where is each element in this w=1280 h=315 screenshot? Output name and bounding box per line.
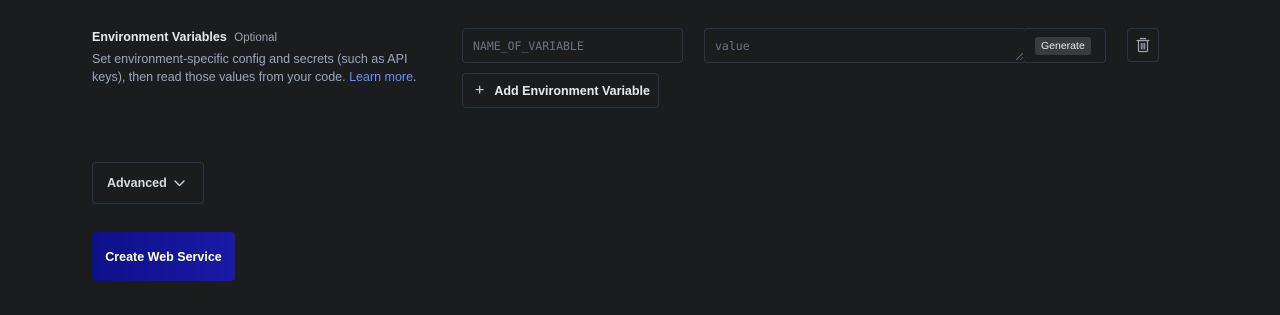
optional-label: Optional xyxy=(234,32,278,44)
description-end: . xyxy=(413,70,417,84)
add-env-variable-label: Add Environment Variable xyxy=(494,83,650,98)
env-section-description: Set environment-specific config and secr… xyxy=(92,50,437,86)
trash-icon xyxy=(1136,37,1150,53)
advanced-label: Advanced xyxy=(107,176,167,190)
env-key-input[interactable]: NAME_OF_VARIABLE xyxy=(462,28,683,63)
create-web-service-button[interactable]: Create Web Service xyxy=(92,232,235,281)
generate-container: Generate xyxy=(1025,28,1106,63)
create-web-service-label: Create Web Service xyxy=(105,249,222,264)
chevron-down-icon xyxy=(174,179,185,187)
env-value-placeholder: value xyxy=(715,38,750,53)
env-value-input[interactable]: value xyxy=(704,28,1026,63)
learn-more-link[interactable]: Learn more xyxy=(349,70,413,84)
advanced-toggle-button[interactable]: Advanced xyxy=(92,162,204,204)
env-title: Environment Variables xyxy=(92,30,227,44)
env-key-placeholder: NAME_OF_VARIABLE xyxy=(473,38,584,53)
generate-button[interactable]: Generate xyxy=(1035,37,1091,55)
resize-grip-icon[interactable] xyxy=(1016,53,1023,60)
delete-env-button[interactable] xyxy=(1127,28,1159,62)
env-section-title: Environment Variables Optional xyxy=(92,30,277,44)
plus-icon: + xyxy=(475,81,485,99)
add-env-variable-button[interactable]: + Add Environment Variable xyxy=(462,73,659,108)
